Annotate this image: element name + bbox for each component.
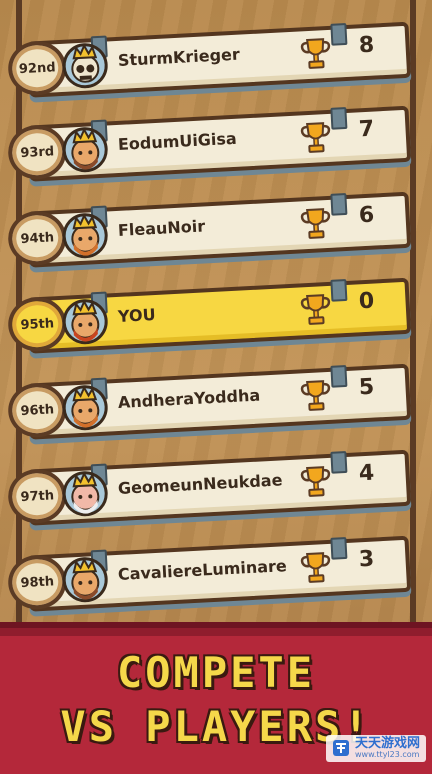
old-dwarf-avatar-icon [61,470,109,518]
clip-icon [330,22,348,46]
clip-icon [330,192,348,216]
clip-icon [330,278,348,302]
elf-king-avatar-icon [61,212,109,260]
clip-icon [330,450,348,474]
watermark-text: 天天游戏网 [354,735,420,751]
banner-line-1: COMPETE [116,648,315,697]
bearded-king-avatar-icon [61,556,109,604]
bearded-king-avatar-icon [61,126,109,174]
clip-icon [330,106,348,130]
watermark-url: www.ttyl23.com [354,750,420,760]
trophy-count: 0 [358,288,375,315]
trophy-count: 7 [358,116,375,143]
clip-icon [330,536,348,560]
red-haired-king-avatar-icon [61,298,109,346]
trophy-icon [299,464,333,500]
trophy-count: 5 [358,374,375,401]
player-name: YOU [117,305,157,326]
trophy-count: 3 [358,546,375,573]
trophy-count: 8 [358,32,375,59]
trophy-icon [299,378,333,414]
trophy-count: 6 [358,202,375,229]
trophy-icon [299,292,333,328]
clip-icon [330,364,348,388]
trophy-icon [299,120,333,156]
skull-king-avatar-icon [61,42,109,90]
elf-king-avatar-icon [61,384,109,432]
trophy-icon [299,206,333,242]
trophy-icon [299,36,333,72]
watermark-logo-icon [332,740,349,757]
trophy-icon [299,550,333,586]
trophy-count: 4 [358,460,375,487]
site-watermark: 天天游戏网 www.ttyl23.com [325,734,426,762]
